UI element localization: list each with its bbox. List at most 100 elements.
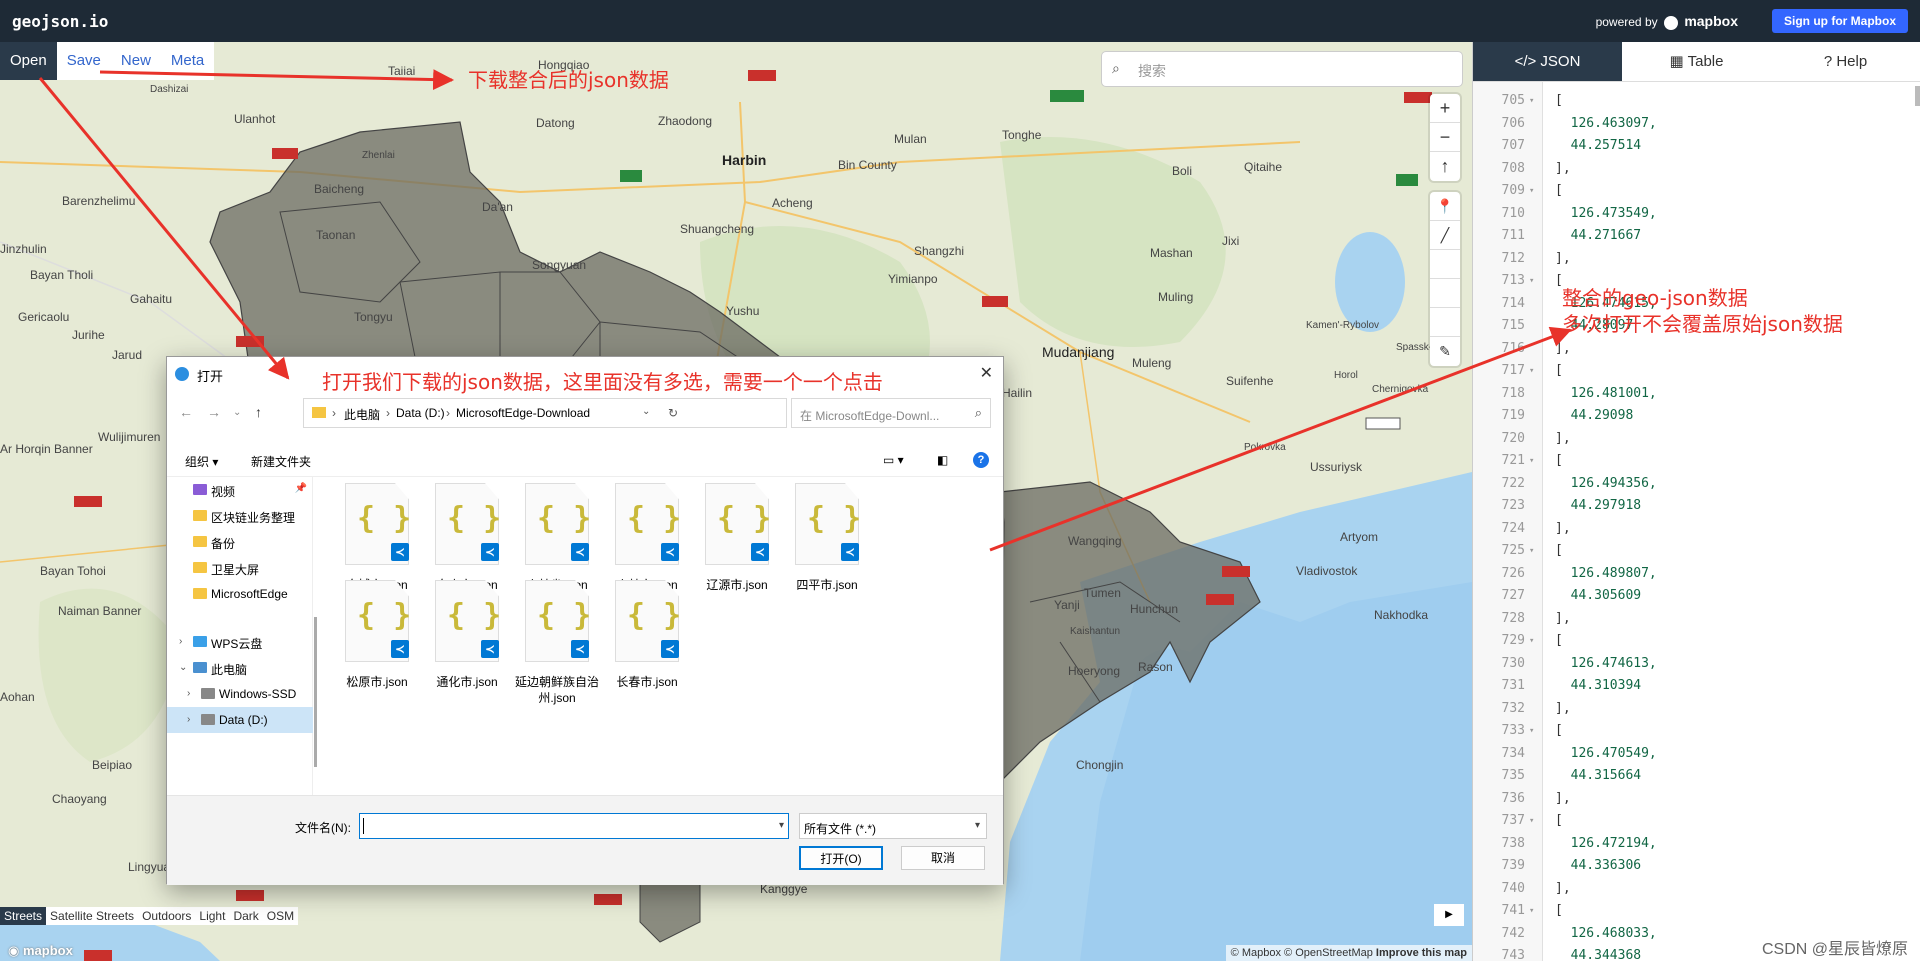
app-logo[interactable]: geojson.io — [12, 12, 108, 31]
draw-polygon-icon[interactable] — [1430, 250, 1460, 279]
filetype-select[interactable]: 所有文件 (*.*) ▾ — [799, 813, 987, 839]
address-dropdown-icon[interactable]: ⌄ — [642, 406, 650, 417]
file-item[interactable]: { } ≺ 四平市.json — [771, 481, 871, 599]
nav-tree-item[interactable]: 视频 📌 — [167, 477, 313, 503]
code-line[interactable]: 729 ▾ [ — [1473, 630, 1920, 653]
nav-tree-item[interactable]: › WPS云盘 — [167, 629, 313, 655]
code-line[interactable]: 708], — [1473, 158, 1920, 181]
code-line[interactable]: 712], — [1473, 248, 1920, 271]
new-menu-item[interactable]: New — [111, 42, 161, 80]
breadcrumb-this-pc[interactable]: 此电脑 — [344, 406, 380, 423]
code-line[interactable]: 719 44.29098 — [1473, 405, 1920, 428]
style-satellite-streets[interactable]: Satellite Streets — [46, 907, 138, 925]
style-outdoors[interactable]: Outdoors — [138, 907, 195, 925]
address-bar[interactable]: › 此电脑 › Data (D:) › MicrosoftEdge-Downlo… — [303, 398, 787, 428]
signup-button[interactable]: Sign up for Mapbox — [1772, 9, 1908, 33]
fold-icon[interactable]: ▾ — [1529, 360, 1534, 383]
fold-icon[interactable]: ▾ — [1529, 900, 1534, 923]
chevron-right-icon[interactable]: › — [187, 688, 190, 699]
map-search[interactable]: ⌕ 搜索 — [1102, 52, 1462, 86]
code-line[interactable]: 738 126.472194, — [1473, 833, 1920, 856]
code-line[interactable]: 734 126.470549, — [1473, 743, 1920, 766]
breadcrumb-folder[interactable]: MicrosoftEdge-Download — [456, 406, 590, 420]
back-icon[interactable]: ← — [179, 404, 193, 420]
code-line[interactable]: 739 44.336306 — [1473, 855, 1920, 878]
pin-icon[interactable]: 📌 — [295, 483, 307, 494]
improve-map-link[interactable]: Improve this map — [1376, 947, 1467, 959]
tab-help[interactable]: ? Help — [1771, 42, 1920, 81]
draw-circle-icon[interactable] — [1430, 308, 1460, 337]
code-line[interactable]: 707 44.257514 — [1473, 135, 1920, 158]
zoom-in-button[interactable]: + — [1430, 94, 1460, 123]
meta-menu-item[interactable]: Meta — [161, 42, 214, 80]
nav-tree-item[interactable]: 区块链业务整理 — [167, 503, 313, 529]
code-line[interactable]: 716], — [1473, 338, 1920, 361]
edit-icon[interactable]: ✎ — [1430, 337, 1460, 366]
code-line[interactable]: 731 44.310394 — [1473, 675, 1920, 698]
nav-tree-item[interactable]: MicrosoftEdge — [167, 581, 313, 607]
style-light[interactable]: Light — [195, 907, 229, 925]
code-line[interactable]: 732], — [1473, 698, 1920, 721]
fold-icon[interactable]: ▾ — [1529, 630, 1534, 653]
file-item[interactable]: { } ≺ 通化市.json — [411, 578, 511, 696]
code-line[interactable]: 717 ▾ [ — [1473, 360, 1920, 383]
compass-button[interactable]: ↑ — [1430, 152, 1460, 181]
code-line[interactable]: 727 44.305609 — [1473, 585, 1920, 608]
help-icon[interactable]: ? — [973, 452, 989, 468]
draw-line-icon[interactable]: ╱ — [1430, 221, 1460, 250]
new-folder-button[interactable]: 新建文件夹 — [251, 453, 311, 470]
recent-dropdown-icon[interactable]: ⌄ — [233, 407, 241, 418]
forward-icon[interactable]: → — [207, 404, 221, 420]
code-line[interactable]: 728], — [1473, 608, 1920, 631]
refresh-icon[interactable]: ↻ — [668, 406, 678, 420]
file-item[interactable]: { } ≺ 松原市.json — [321, 578, 421, 696]
code-line[interactable]: 723 44.297918 — [1473, 495, 1920, 518]
attribution-mapbox[interactable]: © Mapbox — [1231, 947, 1281, 959]
code-line[interactable]: 733 ▾ [ — [1473, 720, 1920, 743]
chevron-right-icon[interactable]: › — [187, 714, 190, 725]
nav-tree-item[interactable]: 卫星大屏 — [167, 555, 313, 581]
code-line[interactable]: 710 126.473549, — [1473, 203, 1920, 226]
code-line[interactable]: 722 126.494356, — [1473, 473, 1920, 496]
fold-icon[interactable]: ▾ — [1529, 810, 1534, 833]
code-line[interactable]: 741 ▾ [ — [1473, 900, 1920, 923]
style-osm[interactable]: OSM — [263, 907, 298, 925]
draw-rectangle-icon[interactable] — [1430, 279, 1460, 308]
code-line[interactable]: 718 126.481001, — [1473, 383, 1920, 406]
open-menu-item[interactable]: Open — [0, 42, 57, 80]
nav-tree-item[interactable]: › Data (D:) — [167, 707, 313, 733]
filename-input[interactable]: ▾ — [359, 813, 789, 839]
style-streets[interactable]: Streets — [0, 907, 47, 925]
code-line[interactable]: 711 44.271667 — [1473, 225, 1920, 248]
code-line[interactable]: 735 44.315664 — [1473, 765, 1920, 788]
code-line[interactable]: 706 126.463097, — [1473, 113, 1920, 136]
zoom-out-button[interactable]: − — [1430, 123, 1460, 152]
fold-icon[interactable]: ▾ — [1529, 450, 1534, 473]
cancel-button[interactable]: 取消 — [901, 846, 985, 870]
chevron-down-icon[interactable]: ⌄ — [179, 662, 187, 673]
code-line[interactable]: 740], — [1473, 878, 1920, 901]
style-dark[interactable]: Dark — [229, 907, 262, 925]
breadcrumb-data-d[interactable]: Data (D:) — [396, 406, 445, 420]
folder-search[interactable]: 在 MicrosoftEdge-Downl... ⌕ — [791, 398, 991, 428]
code-line[interactable]: 737 ▾ [ — [1473, 810, 1920, 833]
nav-tree-item[interactable]: ⌄ 此电脑 — [167, 655, 313, 681]
chevron-right-icon[interactable]: › — [179, 636, 182, 647]
tree-scrollbar[interactable] — [313, 477, 319, 795]
code-line[interactable]: 726 126.489807, — [1473, 563, 1920, 586]
json-editor[interactable]: 705 ▾[706 126.463097, 707 44.257514 708], 70… — [1473, 82, 1920, 961]
close-icon[interactable]: ✕ — [980, 363, 993, 383]
file-item[interactable]: { } ≺ 延边朝鲜族自治州.json — [501, 578, 601, 705]
tab-json[interactable]: </> JSON — [1473, 42, 1622, 81]
tab-table[interactable]: ▦ Table — [1622, 42, 1771, 81]
preview-pane-icon[interactable]: ◧ — [937, 453, 948, 467]
code-line[interactable]: 721 ▾ [ — [1473, 450, 1920, 473]
file-item[interactable]: { } ≺ 辽源市.json — [681, 481, 781, 599]
code-line[interactable]: 725 ▾ [ — [1473, 540, 1920, 563]
chevron-down-icon[interactable]: ▾ — [779, 820, 784, 831]
open-button[interactable]: 打开(O) — [799, 846, 883, 870]
fold-icon[interactable]: ▾ — [1529, 270, 1534, 293]
view-options-icon[interactable]: ▭ ▾ — [883, 453, 904, 467]
fold-icon[interactable]: ▾ — [1529, 720, 1534, 743]
code-line[interactable]: 720], — [1473, 428, 1920, 451]
